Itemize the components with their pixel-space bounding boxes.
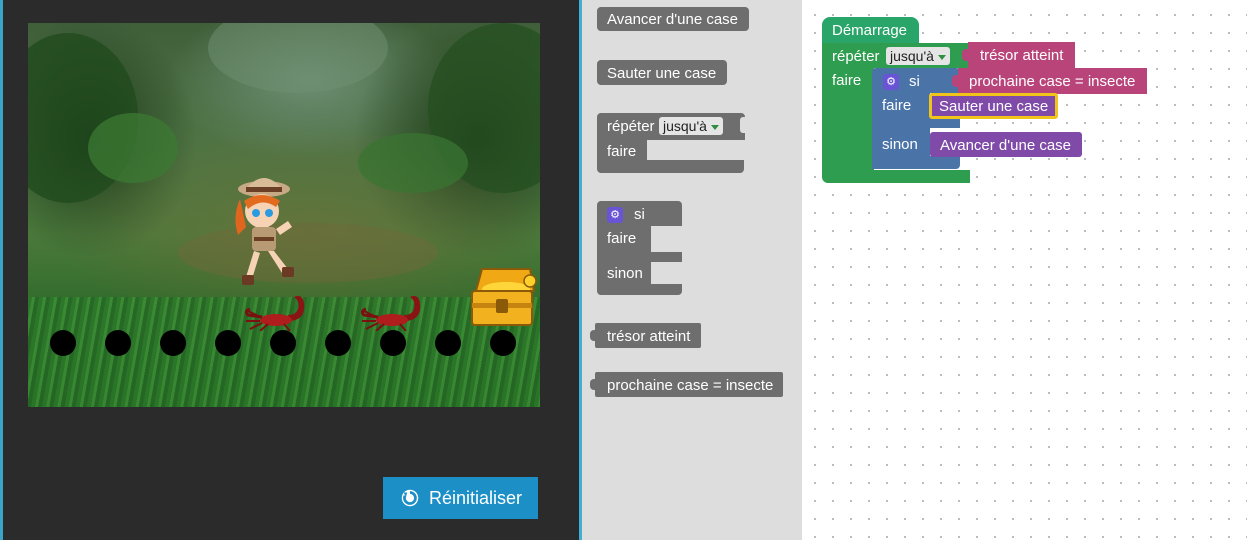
block-label: Sauter une case <box>939 98 1049 115</box>
block-label: faire <box>832 72 862 89</box>
block-label: faire <box>882 97 912 114</box>
block-label: Avancer d'une case <box>607 11 739 28</box>
reset-button[interactable]: Réinitialiser <box>383 477 538 519</box>
block-label: Démarrage <box>832 22 908 39</box>
block-toolbox[interactable]: Avancer d'une case Sauter une case répét… <box>582 0 1204 540</box>
path-cell <box>270 330 296 356</box>
game-stage <box>28 23 540 407</box>
path-cell <box>435 330 461 356</box>
path-cell <box>215 330 241 356</box>
code-workspace[interactable]: Démarrage répéter jusqu'à faire trésor a… <box>802 0 1247 540</box>
block-label: trésor atteint <box>607 328 691 345</box>
scorpion-icon <box>360 295 421 331</box>
path-cell <box>160 330 186 356</box>
gear-icon[interactable]: ⚙ <box>883 74 899 90</box>
block-label: sinon <box>607 265 643 282</box>
block-label: sinon <box>882 136 918 153</box>
chevron-down-icon <box>710 124 719 130</box>
foliage <box>208 23 388 93</box>
reset-label: Réinitialiser <box>428 487 523 508</box>
block-label: prochaine case = insecte <box>969 73 1136 90</box>
block-label: trésor atteint <box>980 47 1064 64</box>
block-label: faire <box>607 230 637 247</box>
foliage <box>178 223 438 283</box>
block-label: prochaine case = insecte <box>607 377 774 394</box>
gear-icon[interactable]: ⚙ <box>607 207 623 223</box>
block-label: Avancer d'une case <box>940 137 1072 154</box>
repeat-mode-dropdown[interactable]: jusqu'à <box>886 47 950 65</box>
block-label: répéter <box>607 118 655 135</box>
block-label: si <box>909 73 920 90</box>
treasure-chest-icon <box>471 268 537 326</box>
block-label: répéter <box>832 48 880 65</box>
reset-icon <box>401 489 419 507</box>
explorer-character <box>235 178 294 285</box>
block-label: Sauter une case <box>607 65 717 82</box>
block-label: si <box>634 206 645 223</box>
foliage <box>358 133 468 193</box>
path-cell <box>105 330 131 356</box>
repeat-mode-dropdown[interactable]: jusqu'à <box>659 117 723 135</box>
chevron-down-icon <box>937 54 946 60</box>
foliage <box>88 113 178 183</box>
block-label: faire <box>607 143 637 160</box>
path-cell <box>50 330 76 356</box>
scorpion-icon <box>244 295 305 331</box>
path-cell <box>490 330 516 356</box>
path-cell <box>325 330 351 356</box>
path-cell <box>380 330 406 356</box>
